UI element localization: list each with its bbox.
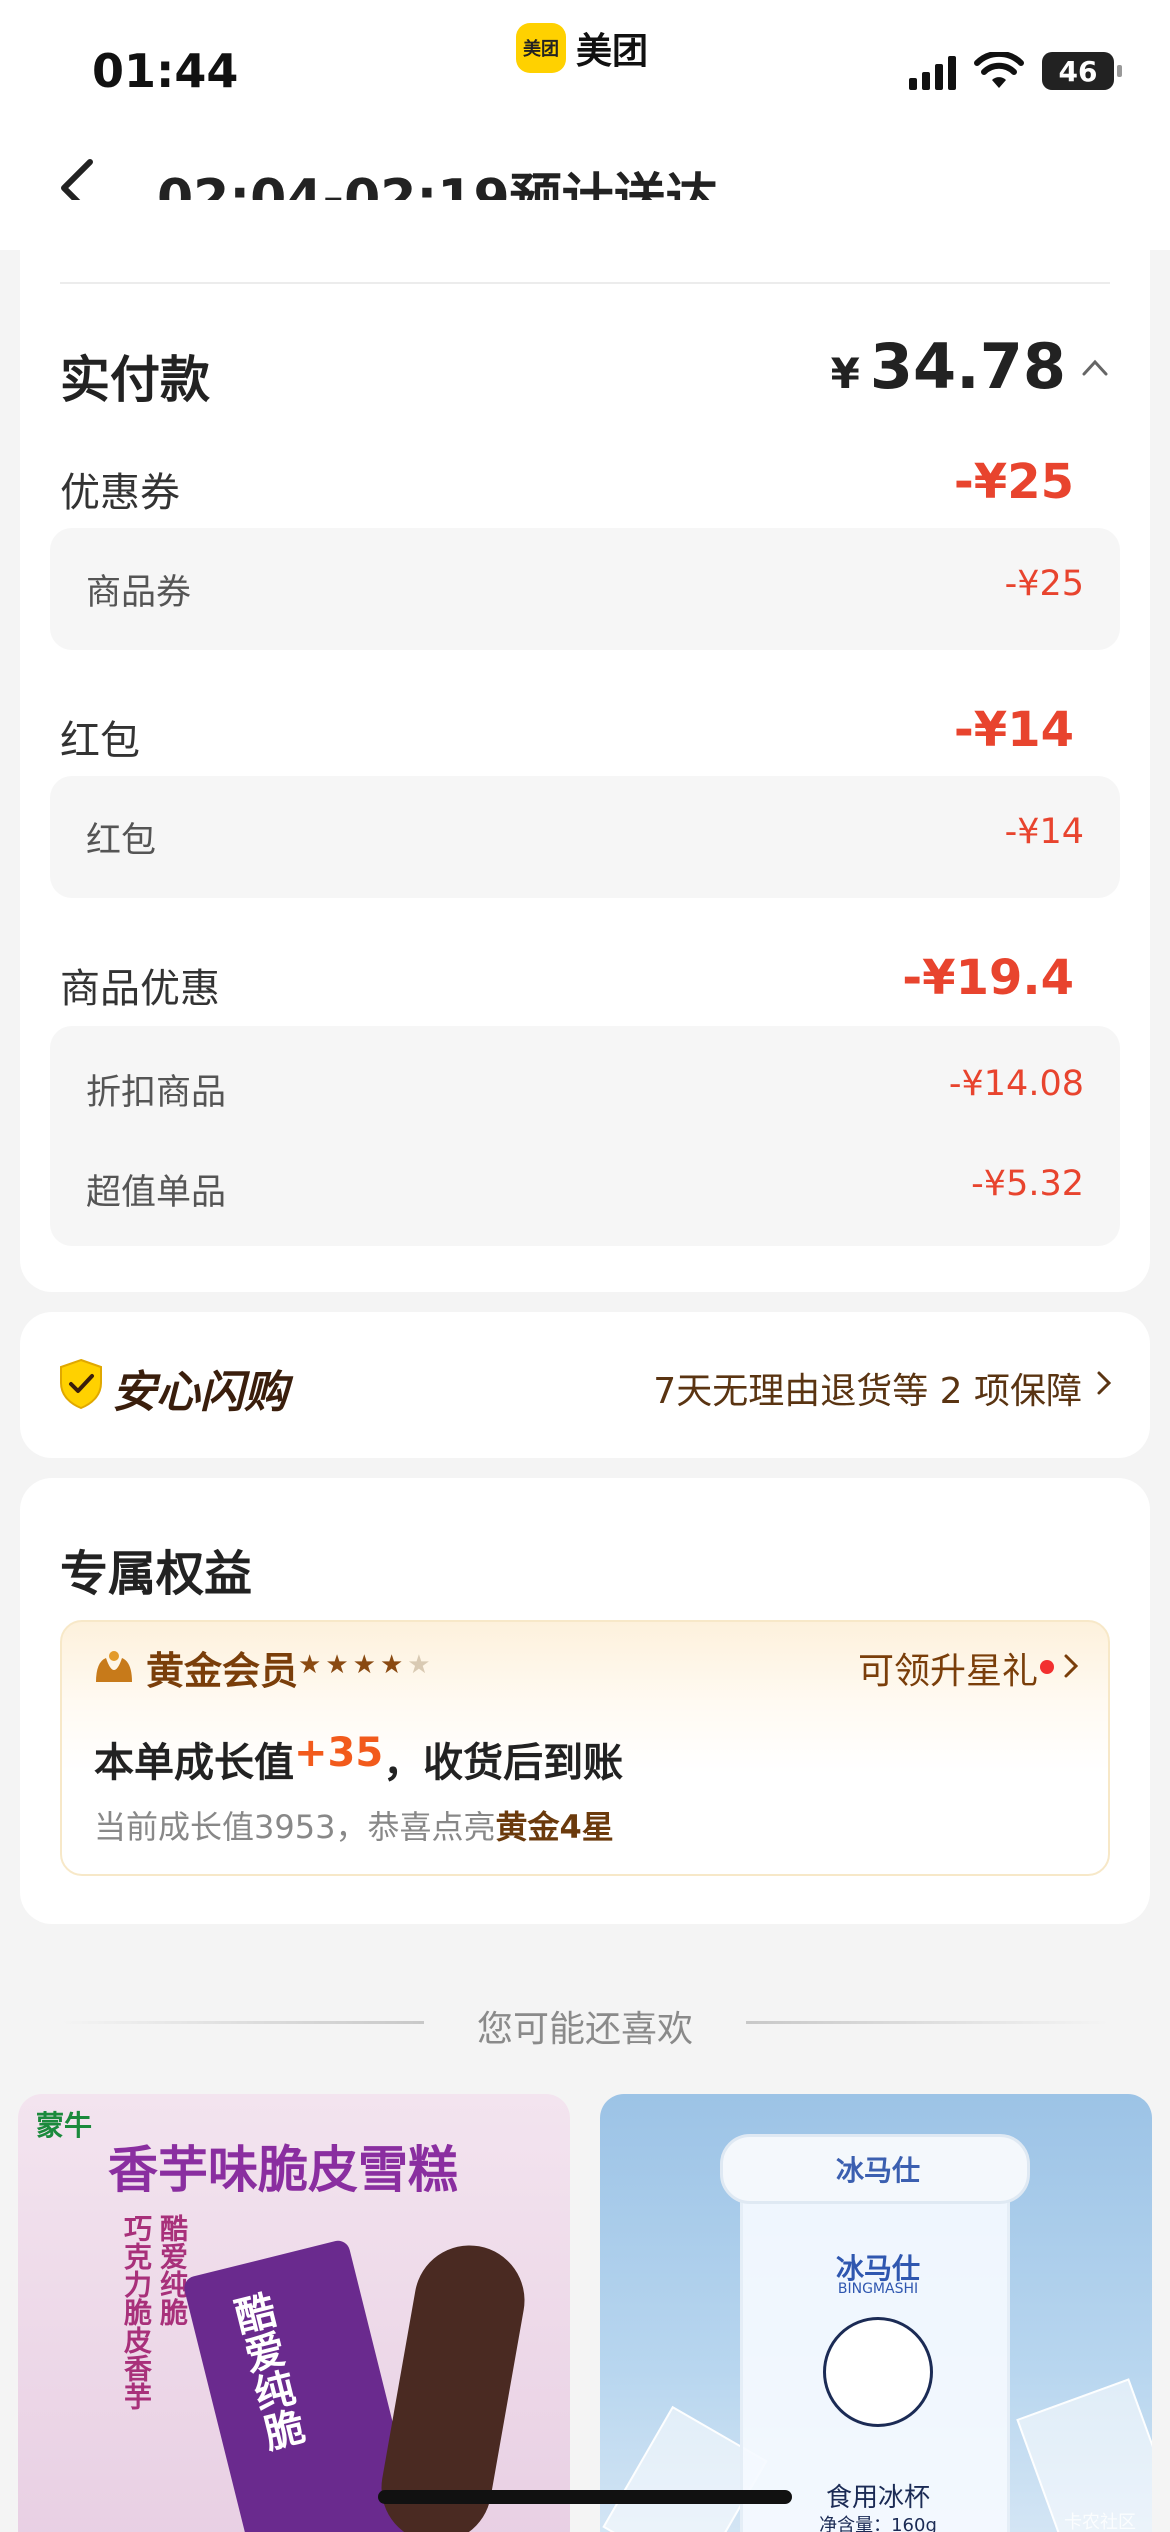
detail-row: 折扣商品 -¥14.08 [86,1064,1084,1114]
battery-icon: 46 [1042,52,1122,90]
section-label: 商品优惠 [60,966,220,1012]
app-name: 美团 [576,31,649,72]
app-badge: 美团 美团 [516,22,648,74]
detail-value: -¥5.32 [971,1164,1084,1204]
section-value: -¥14 [953,702,1074,758]
divider-right [746,2021,1110,2024]
benefits-card: 专属权益 黄金会员 ★ ★ ★ ★ ★ 可领升星礼 本单成长值 +35 ，收货后到账 当… [20,1478,1150,1924]
meituan-logo-icon: 美团 [516,23,566,73]
currency-symbol: ¥ [830,349,860,398]
product-card[interactable]: 蒙牛 香芋味脆皮雪糕 酷爱纯脆 巧克力脆皮香芋 酷爱纯脆 [18,2094,570,2532]
divider [60,282,1110,284]
recommend-label: 您可能还喜欢 [476,2009,693,2050]
detail-row: 商品券 -¥25 [86,564,1084,614]
paid-row[interactable]: 实付款 ¥ 34.78 [60,330,1110,410]
growth-suffix: ，收货后到账 [383,1740,624,1786]
paid-amount: ¥ 34.78 [831,330,1066,403]
watermark: 卡农社区 [1064,2512,1136,2532]
section-label: 红包 [60,718,140,764]
package-label: 酷爱纯脆 [224,2288,308,2455]
product-side-text: 酷爱纯脆 巧克力脆皮香芋 [120,2214,189,2410]
growth-prefix: 本单成长值 [94,1740,294,1786]
star-icon: ★ [407,1650,431,1680]
detail-row: 超值单品 -¥5.32 [86,1164,1084,1214]
detail-value: -¥14.08 [948,1064,1084,1104]
member-level: 黄金会员 [146,1649,299,1693]
guarantee-title: 安心闪购 [112,1367,288,1418]
status-bar: 01:44 美团 美团 46 [0,0,1170,130]
mascot-icon [823,2317,933,2427]
lid-brand: 冰马仕 [835,2154,920,2187]
ice-cream-bar [372,2236,534,2532]
status-time: 01:44 [92,44,239,98]
detail-label: 超值单品 [86,1173,227,1213]
benefits-title: 专属权益 [60,1546,253,1602]
product-brand: 蒙牛 [36,2109,93,2142]
detail-label: 红包 [86,821,157,861]
detail-value: -¥14 [1004,812,1084,852]
notification-dot [1040,1660,1054,1674]
shield-check-icon [60,1358,102,1410]
home-indicator[interactable] [378,2490,792,2504]
star-icon: ★ [352,1650,376,1680]
current-level: 黄金4星 [495,1808,614,1846]
wifi-icon [974,52,1024,88]
guarantee-description: 7天无理由退货等 2 项保障 [653,1371,1082,1412]
red-envelope-section-header: 红包 -¥14 [60,702,1110,768]
paid-value: 34.78 [869,330,1066,403]
star-icon: ★ [325,1650,349,1680]
product-card[interactable]: 冰马仕 BINGMASHI 食用冰杯 净含量：160g 冰马仕 卡农社区 [600,2094,1152,2532]
cup-lid: 冰马仕 [720,2134,1030,2204]
section-label: 优惠券 [60,470,180,516]
product-brand-sub: BINGMASHI [837,2281,919,2297]
coupon-section-header: 优惠券 -¥25 [60,454,1110,520]
paid-label: 实付款 [60,351,210,409]
current-growth: 当前成长值3953，恭喜点亮 黄金4星 [94,1802,614,1848]
chevron-right-icon [1097,1371,1112,1395]
product-title: 香芋味脆皮雪糕 [108,2140,458,2199]
product-discount-section-header: 商品优惠 -¥19.4 [60,950,1110,1016]
growth-info: 本单成长值 +35 ，收货后到账 [94,1730,623,1788]
detail-label: 折扣商品 [86,1073,227,1113]
product-weight: 净含量：160g [819,2515,937,2532]
signal-icon [909,52,956,90]
coupon-detail-box: 商品券 -¥25 [50,528,1120,650]
chevron-up-icon[interactable] [1080,356,1110,378]
product-discount-detail-box: 折扣商品 -¥14.08 超值单品 -¥5.32 [50,1026,1120,1246]
upgrade-gift-link[interactable]: 可领升星礼 [858,1642,1038,1694]
section-value: -¥25 [953,454,1074,510]
detail-label: 商品券 [86,573,192,613]
red-envelope-detail-box: 红包 -¥14 [50,776,1120,898]
guarantee-card[interactable]: 安心闪购 7天无理由退货等 2 项保障 [20,1312,1150,1458]
current-growth-text: 当前成长值3953，恭喜点亮 [94,1808,496,1846]
member-crown-icon [96,1651,132,1682]
chevron-right-icon[interactable] [1062,1652,1080,1680]
member-stars: ★ ★ ★ ★ ★ [298,1650,431,1680]
detail-value: -¥25 [1004,564,1084,604]
status-icons: 46 [909,52,1122,90]
detail-row: 红包 -¥14 [86,812,1084,862]
payment-card: 实付款 ¥ 34.78 优惠券 -¥25 商品券 -¥25 红包 -¥14 红包… [20,200,1150,1292]
member-box[interactable]: 黄金会员 ★ ★ ★ ★ ★ 可领升星礼 本单成长值 +35 ，收货后到账 当前成长值3… [60,1620,1110,1876]
growth-value: +35 [294,1730,384,1776]
star-icon: ★ [298,1650,322,1680]
star-icon: ★ [379,1650,404,1680]
section-value: -¥19.4 [902,950,1074,1006]
